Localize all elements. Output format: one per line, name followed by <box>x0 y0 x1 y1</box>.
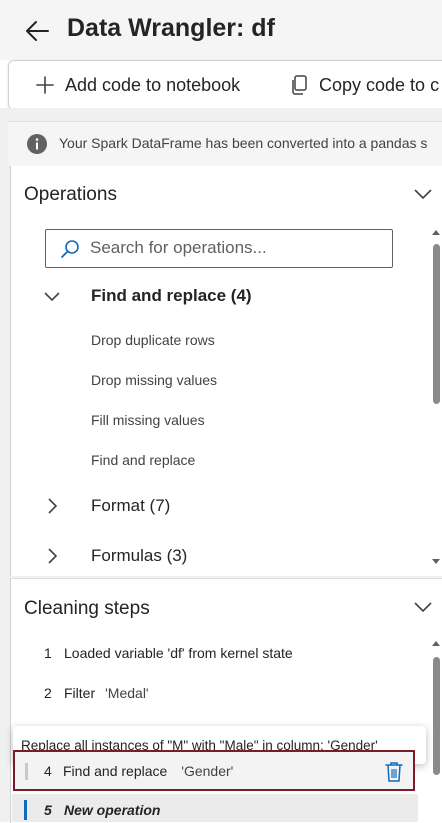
scroll-up-icon[interactable] <box>431 639 441 647</box>
info-banner: Your Spark DataFrame has been converted … <box>8 121 442 167</box>
cleaning-step[interactable]: 1 Loaded variable 'df' from kernel state <box>44 645 293 661</box>
search-input[interactable] <box>90 236 380 260</box>
step-number: 5 <box>44 802 52 818</box>
info-text: Your Spark DataFrame has been converted … <box>59 135 428 151</box>
header: Data Wrangler: df <box>0 0 442 60</box>
step-argument: 'Medal' <box>105 685 149 701</box>
group-label: Format (7) <box>91 496 171 515</box>
operation-item[interactable]: Fill missing values <box>91 412 205 428</box>
step-number: 1 <box>44 645 52 661</box>
steps-scrollbar[interactable] <box>431 639 441 823</box>
step-label: Filter <box>64 685 96 701</box>
delete-icon[interactable] <box>384 761 404 783</box>
step-label: New operation <box>64 802 161 818</box>
scrollbar-thumb[interactable] <box>433 244 440 404</box>
operations-scrollbar[interactable] <box>431 228 441 570</box>
chevron-down-icon[interactable] <box>413 184 433 204</box>
cleaning-step-text: 4 Find and replace 'Gender' <box>44 763 233 779</box>
group-find-and-replace[interactable]: Find and replace (4) <box>41 281 252 311</box>
group-formulas[interactable]: Formulas (3) <box>41 541 187 571</box>
add-code-to-notebook-button[interactable]: Add code to notebook <box>35 61 240 109</box>
scroll-down-icon[interactable] <box>431 558 441 566</box>
cleaning-step[interactable]: 2 Filter 'Medal' <box>44 685 149 701</box>
chevron-down-icon[interactable] <box>413 597 433 617</box>
add-code-label: Add code to notebook <box>65 74 241 95</box>
step-indicator <box>25 763 28 780</box>
cleaning-step-selected[interactable]: 4 Find and replace 'Gender' <box>13 750 415 791</box>
search-box[interactable] <box>45 229 393 268</box>
operation-item[interactable]: Drop missing values <box>91 372 217 388</box>
cleaning-step-text: 5 New operation <box>44 802 160 818</box>
group-format[interactable]: Format (7) <box>41 491 170 521</box>
scrollbar-thumb[interactable] <box>433 657 440 775</box>
step-argument: 'Gender' <box>181 763 234 779</box>
copy-icon <box>292 75 307 95</box>
step-indicator <box>24 800 27 820</box>
cleaning-step-new[interactable]: 5 New operation <box>12 794 418 822</box>
chevron-right-icon <box>48 498 58 514</box>
scroll-up-icon[interactable] <box>431 228 441 236</box>
copy-code-button[interactable]: Copy code to c <box>291 61 439 109</box>
chevron-right-icon <box>48 548 58 564</box>
info-icon <box>27 134 47 154</box>
step-label: Find and replace <box>63 763 168 779</box>
step-number: 4 <box>44 763 52 779</box>
group-label: Formulas (3) <box>91 546 188 565</box>
arrow-left-icon[interactable] <box>24 18 50 44</box>
copy-code-label: Copy code to c <box>319 74 440 95</box>
chevron-down-icon <box>44 292 60 302</box>
step-number: 2 <box>44 685 52 701</box>
operations-panel: Operations Find and replace (4) Drop dup… <box>10 166 442 576</box>
step-label: Loaded variable 'df' from kernel state <box>64 645 293 661</box>
plus-icon <box>36 76 54 94</box>
toolbar: Add code to notebook Copy code to c <box>8 60 442 110</box>
cleaning-steps-title: Cleaning steps <box>24 598 150 619</box>
operation-item[interactable]: Drop duplicate rows <box>91 332 215 348</box>
operations-title: Operations <box>24 184 117 205</box>
group-label: Find and replace (4) <box>91 286 252 305</box>
operation-item[interactable]: Find and replace <box>91 452 195 468</box>
page-title: Data Wrangler: df <box>67 14 275 42</box>
search-icon <box>61 240 79 258</box>
